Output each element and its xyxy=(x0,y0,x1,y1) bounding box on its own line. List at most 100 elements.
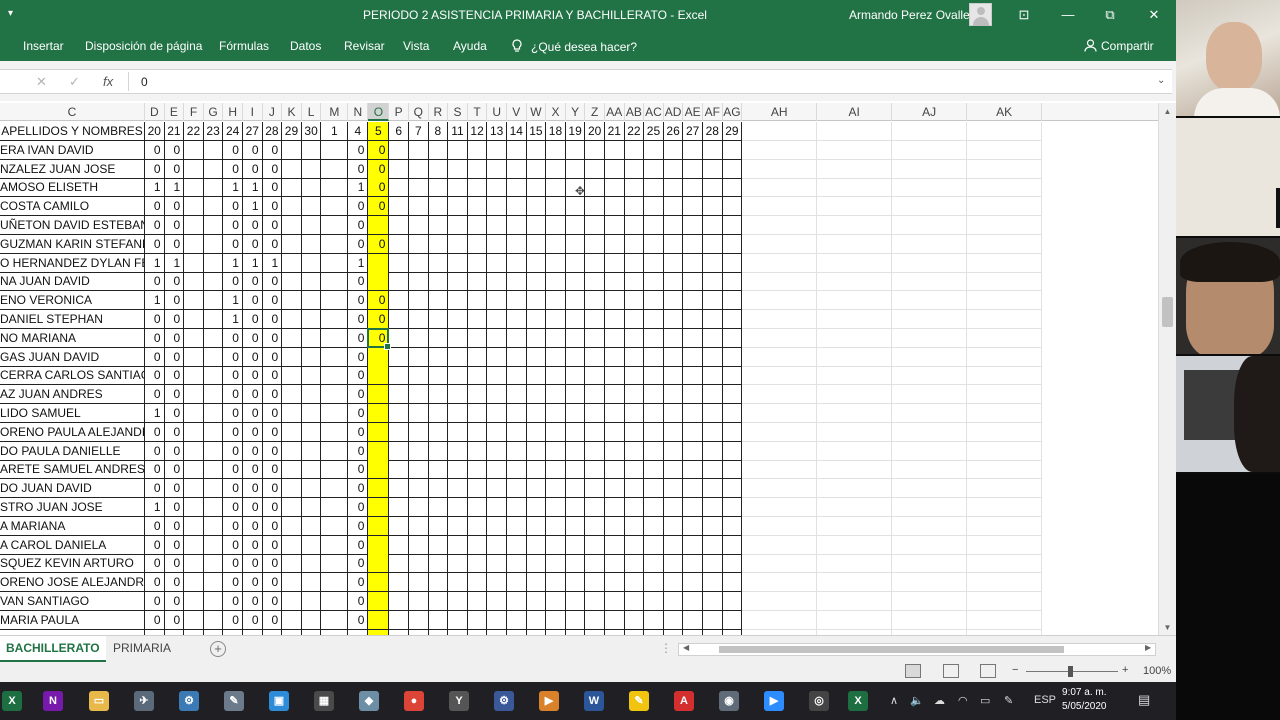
empty-cell[interactable] xyxy=(507,234,527,254)
empty-cell[interactable] xyxy=(663,234,684,254)
empty-cell[interactable] xyxy=(184,535,204,555)
empty-cell[interactable] xyxy=(683,385,703,405)
empty-cell[interactable] xyxy=(683,535,703,555)
empty-cell[interactable] xyxy=(663,216,684,235)
empty-cell[interactable] xyxy=(409,253,429,273)
empty-cell[interactable] xyxy=(817,516,893,536)
attendance-cell[interactable] xyxy=(368,535,390,555)
empty-cell[interactable] xyxy=(526,535,547,555)
empty-cell[interactable] xyxy=(389,498,409,517)
empty-cell[interactable] xyxy=(703,366,723,386)
attendance-cell[interactable]: 0 xyxy=(145,366,165,386)
empty-cell[interactable] xyxy=(389,178,409,198)
empty-cell[interactable] xyxy=(507,422,527,442)
column-header-m[interactable]: M xyxy=(321,103,349,121)
empty-cell[interactable] xyxy=(487,573,507,593)
empty-cell[interactable] xyxy=(892,441,968,461)
attendance-cell[interactable]: 0 xyxy=(164,422,185,442)
empty-cell[interactable] xyxy=(546,554,566,574)
tab-vista[interactable]: Vista xyxy=(403,39,429,53)
attendance-cell[interactable]: 0 xyxy=(262,460,283,480)
empty-cell[interactable] xyxy=(892,535,968,555)
empty-cell[interactable] xyxy=(742,498,818,517)
tab-ayuda[interactable]: Ayuda xyxy=(453,39,487,53)
share-button[interactable]: Compartir xyxy=(1084,39,1154,53)
empty-cell[interactable] xyxy=(967,385,1043,405)
empty-cell[interactable] xyxy=(624,366,645,386)
empty-cell[interactable] xyxy=(742,216,818,235)
attendance-cell[interactable]: 0 xyxy=(348,197,369,217)
vertical-scrollbar[interactable]: ▲ ▼ xyxy=(1158,103,1176,635)
attendance-cell[interactable]: 0 xyxy=(243,272,263,292)
empty-cell[interactable] xyxy=(683,159,703,179)
empty-cell[interactable] xyxy=(203,291,224,311)
word-icon[interactable]: W xyxy=(584,691,604,711)
attendance-cell[interactable]: 0 xyxy=(164,610,185,630)
empty-cell[interactable] xyxy=(624,310,645,329)
attendance-cell[interactable]: 1 xyxy=(243,178,263,198)
empty-cell[interactable] xyxy=(565,385,586,405)
column-header-q[interactable]: Q xyxy=(409,103,429,121)
empty-cell[interactable] xyxy=(546,159,566,179)
empty-cell[interactable] xyxy=(389,592,409,611)
empty-cell[interactable] xyxy=(428,573,449,593)
empty-cell[interactable] xyxy=(892,140,968,160)
column-header-p[interactable]: P xyxy=(389,103,409,121)
attendance-cell[interactable]: 0 xyxy=(243,441,263,461)
attendance-cell[interactable]: 0 xyxy=(243,347,263,367)
empty-cell[interactable] xyxy=(282,422,302,442)
empty-cell[interactable] xyxy=(703,197,723,217)
student-name-cell[interactable]: DO PAULA DANIELLE xyxy=(0,441,145,461)
student-name-cell[interactable]: A MARIANA xyxy=(0,516,145,536)
empty-cell[interactable] xyxy=(892,460,968,480)
empty-cell[interactable] xyxy=(605,366,625,386)
empty-cell[interactable] xyxy=(722,216,743,235)
attendance-cell[interactable]: 0 xyxy=(164,516,185,536)
empty-cell[interactable] xyxy=(585,197,605,217)
empty-cell[interactable] xyxy=(301,347,322,367)
empty-cell[interactable] xyxy=(203,310,224,329)
empty-cell[interactable] xyxy=(585,498,605,517)
column-header-d[interactable]: D xyxy=(145,103,165,121)
empty-cell[interactable] xyxy=(722,253,743,273)
empty-cell[interactable] xyxy=(184,441,204,461)
empty-cell[interactable] xyxy=(703,216,723,235)
attendance-cell[interactable]: 0 xyxy=(348,347,369,367)
tab-splitter-handle[interactable]: ⋮ xyxy=(660,641,672,655)
empty-cell[interactable] xyxy=(722,554,743,574)
empty-cell[interactable] xyxy=(467,310,488,329)
empty-cell[interactable] xyxy=(585,328,605,348)
empty-cell[interactable] xyxy=(184,140,204,160)
empty-cell[interactable] xyxy=(605,347,625,367)
empty-cell[interactable] xyxy=(624,385,645,405)
attendance-cell[interactable]: 0 xyxy=(145,573,165,593)
empty-cell[interactable] xyxy=(967,178,1043,198)
empty-cell[interactable] xyxy=(507,347,527,367)
empty-cell[interactable] xyxy=(546,366,566,386)
column-header-g[interactable]: G xyxy=(204,103,224,121)
attendance-cell[interactable]: 0 xyxy=(223,197,243,217)
column-header-aa[interactable]: AA xyxy=(605,103,625,121)
empty-cell[interactable] xyxy=(546,385,566,405)
calculator-icon[interactable]: ▦ xyxy=(314,691,334,711)
empty-cell[interactable] xyxy=(409,291,429,311)
empty-cell[interactable] xyxy=(203,460,224,480)
empty-cell[interactable] xyxy=(644,272,664,292)
attendance-cell[interactable]: 0 xyxy=(262,178,283,198)
empty-cell[interactable] xyxy=(742,366,818,386)
day-header-cell[interactable]: 21 xyxy=(164,122,185,141)
empty-cell[interactable] xyxy=(683,178,703,198)
empty-cell[interactable] xyxy=(644,554,664,574)
empty-cell[interactable] xyxy=(526,253,547,273)
empty-cell[interactable] xyxy=(301,535,322,555)
empty-cell[interactable] xyxy=(184,234,204,254)
empty-cell[interactable] xyxy=(624,554,645,574)
empty-cell[interactable] xyxy=(742,554,818,574)
empty-cell[interactable] xyxy=(448,498,468,517)
empty-cell[interactable] xyxy=(448,234,468,254)
empty-cell[interactable] xyxy=(301,554,322,574)
empty-cell[interactable] xyxy=(184,554,204,574)
attendance-cell[interactable]: 0 xyxy=(145,479,165,499)
empty-cell[interactable] xyxy=(428,366,449,386)
attendance-cell[interactable]: 0 xyxy=(164,479,185,499)
